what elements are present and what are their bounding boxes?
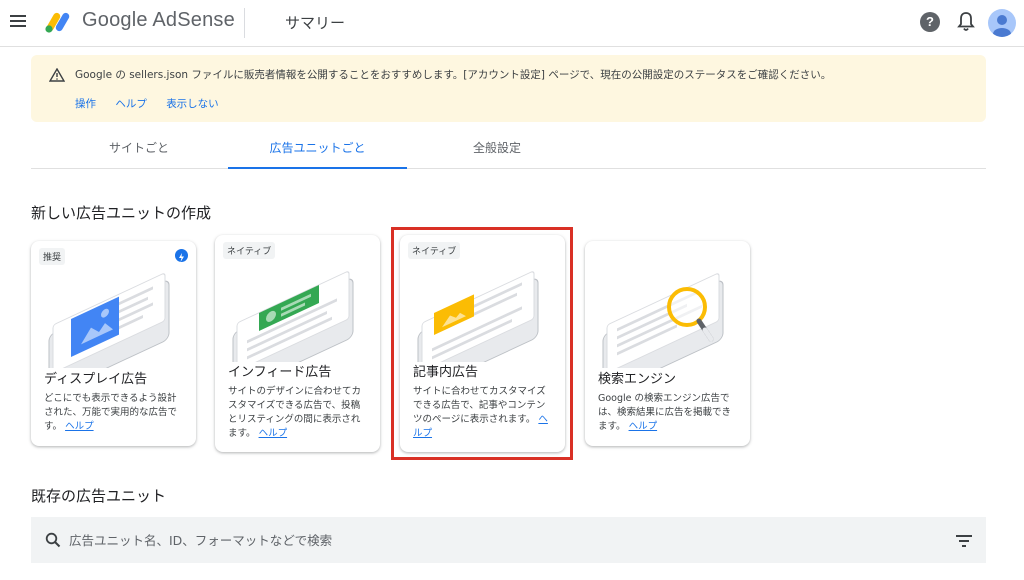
ad-unit-search-bar — [31, 517, 986, 563]
top-app-bar: Google AdSense サマリー ? — [0, 0, 1024, 47]
sellers-json-banner: Google の sellers.json ファイルに販売者情報を公開することを… — [31, 55, 986, 122]
header-divider — [244, 8, 245, 38]
page-title: サマリー — [285, 14, 346, 32]
tab-general-settings[interactable]: 全般設定 — [419, 128, 575, 169]
avatar-icon[interactable] — [988, 9, 1016, 37]
display-ad-illustration — [48, 273, 170, 368]
help-icon[interactable]: ? — [920, 12, 940, 32]
bolt-icon — [175, 249, 188, 262]
new-ad-unit-heading: 新しい広告ユニットの作成 — [31, 204, 212, 222]
card-title: インフィード広告 — [228, 365, 332, 380]
search-engine-illustration — [602, 273, 724, 368]
settings-tabs: サイトごと 広告ユニットごと 全般設定 — [31, 128, 986, 169]
app-logo-text[interactable]: Google AdSense — [82, 9, 235, 32]
card-description: サイトのデザインに合わせてカスタマイズできる広告で、投稿とリスティングの間に表示… — [228, 385, 368, 441]
card-description-text: Google の検索エンジン広告では、検索結果に広告を掲載できます。 — [598, 393, 732, 432]
card-description-text: どこにでも表示できるよう設計された、万能で実用的な広告です。 — [44, 393, 178, 432]
tab-by-ad-unit[interactable]: 広告ユニットごと — [228, 128, 407, 169]
card-help-link[interactable]: ヘルプ — [259, 428, 288, 439]
infeed-ad-illustration — [232, 271, 354, 362]
banner-action-link[interactable]: 操作 — [75, 98, 96, 110]
existing-ad-units-heading: 既存の広告ユニット — [31, 487, 167, 505]
infeed-ad-card[interactable]: ネイティブ インフィード広告 サイトのデザインに合わせてカスタマイズできる広告で… — [215, 235, 380, 452]
highlight-annotation — [391, 227, 573, 460]
card-help-link[interactable]: ヘルプ — [65, 421, 94, 432]
card-description: Google の検索エンジン広告では、検索結果に広告を掲載できます。 ヘルプ — [598, 392, 738, 434]
banner-dismiss-link[interactable]: 表示しない — [166, 98, 219, 110]
card-description: どこにでも表示できるよう設計された、万能で実用的な広告です。 ヘルプ — [44, 392, 184, 434]
card-description-text: サイトのデザインに合わせてカスタマイズできる広告で、投稿とリスティングの間に表示… — [228, 386, 362, 439]
filter-icon[interactable] — [956, 535, 972, 547]
tab-by-site[interactable]: サイトごと — [61, 128, 217, 169]
warning-icon — [49, 68, 65, 82]
bell-icon[interactable] — [956, 11, 976, 33]
card-title: 検索エンジン — [598, 372, 677, 387]
card-help-link[interactable]: ヘルプ — [629, 421, 658, 432]
banner-message: Google の sellers.json ファイルに販売者情報を公開することを… — [75, 69, 832, 81]
search-input[interactable] — [69, 528, 919, 552]
card-title: ディスプレイ広告 — [44, 372, 148, 387]
banner-help-link[interactable]: ヘルプ — [115, 98, 147, 110]
search-icon — [45, 532, 61, 548]
banner-actions: 操作 ヘルプ 表示しない — [75, 96, 235, 111]
adsense-logo-icon — [45, 12, 70, 33]
search-engine-card[interactable]: 検索エンジン Google の検索エンジン広告では、検索結果に広告を掲載できます… — [585, 241, 750, 446]
display-ad-card[interactable]: 推奨 ディスプレイ広告 どこにでも表示できるよう設計された、万能で実用的な広告で… — [31, 241, 196, 446]
menu-icon[interactable] — [10, 14, 28, 28]
